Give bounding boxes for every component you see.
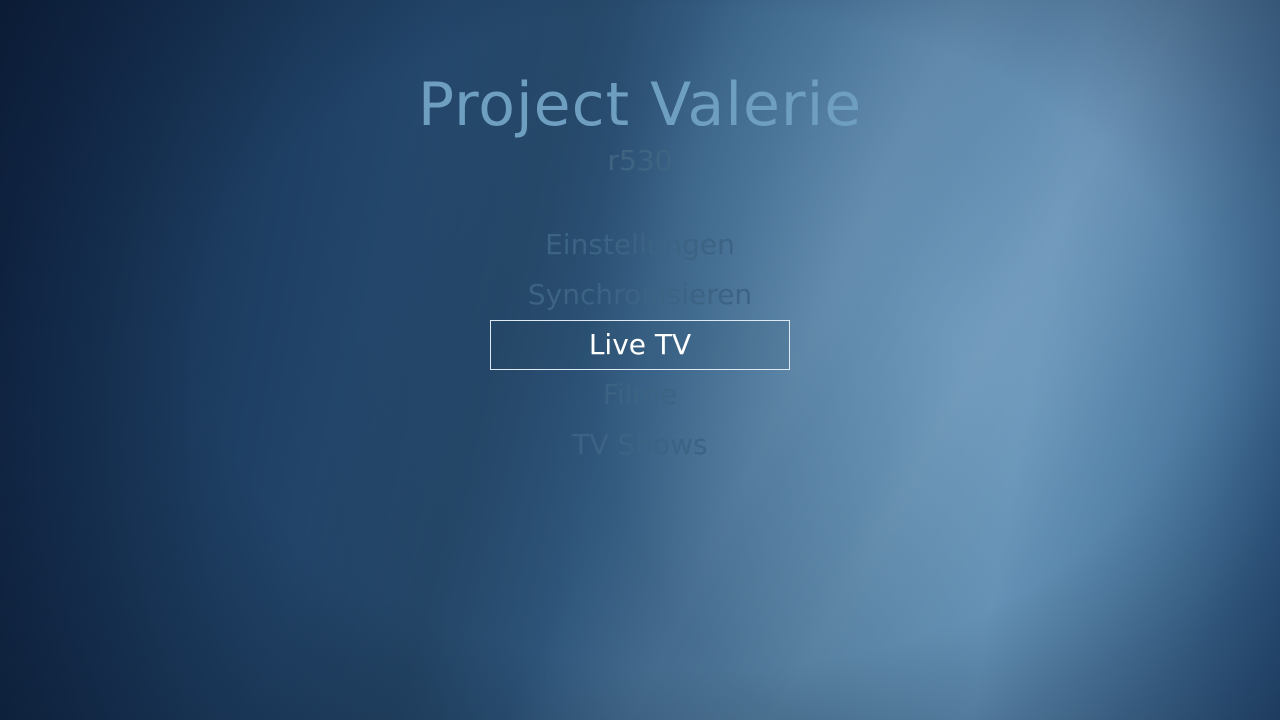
main-menu: Einstellungen Synchronisieren Live TV Fi… <box>490 220 790 470</box>
menu-item-synchronisieren[interactable]: Synchronisieren <box>490 270 790 320</box>
app-title: Project Valerie <box>417 70 863 140</box>
menu-item-einstellungen[interactable]: Einstellungen <box>490 220 790 270</box>
menu-item-filme[interactable]: Filme <box>490 370 790 420</box>
menu-item-tv-shows[interactable]: TV Shows <box>490 420 790 470</box>
version-label: r530 <box>607 144 673 177</box>
menu-item-live-tv[interactable]: Live TV <box>490 320 790 370</box>
